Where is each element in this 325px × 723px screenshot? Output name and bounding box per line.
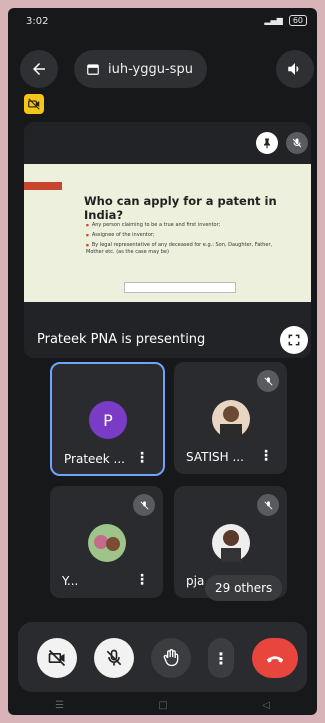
slide-bullet: By legal representative of any deceased …	[86, 242, 286, 256]
meeting-code-pill[interactable]: iuh-yggu-spu	[74, 50, 207, 88]
pin-icon	[264, 138, 270, 149]
slide-bullet: Assignee of the inventor;	[86, 232, 286, 239]
status-time: 3:02	[26, 16, 49, 27]
hand-icon	[163, 649, 179, 667]
call-controls: ⋮	[18, 622, 307, 692]
mic-off-icon	[106, 649, 122, 666]
audio-output-button[interactable]	[276, 50, 314, 88]
more-options-button[interactable]: ⋮	[208, 638, 234, 678]
participant-mic-off	[133, 494, 155, 516]
participant-mic-off	[257, 370, 279, 392]
hang-up-icon	[266, 656, 284, 663]
slide-title: Who can apply for a patent in India?	[84, 194, 277, 222]
participant-name: pja	[186, 574, 205, 588]
avatar	[212, 524, 250, 562]
mic-off-icon	[140, 500, 148, 509]
camera-off-icon	[28, 98, 40, 110]
participant-tile[interactable]: SATISH ... ⋮	[174, 362, 287, 474]
mic-toggle-button[interactable]	[94, 638, 134, 678]
back-arrow-icon	[33, 63, 45, 75]
slide-bullet: Any person claiming to be a true and fir…	[86, 222, 286, 229]
more-vert-icon[interactable]: ⋮	[259, 448, 273, 464]
participant-tile[interactable]: P Prateek ... ⋮	[50, 362, 165, 476]
avatar	[88, 524, 126, 562]
camera-off-badge[interactable]	[24, 94, 44, 114]
mic-off-icon	[292, 138, 302, 148]
system-nav-bar: ☰ □ ◁	[8, 696, 317, 715]
calendar-icon	[87, 64, 99, 75]
status-bar: 3:02 ▂▄▆ 60	[8, 8, 317, 34]
fullscreen-icon	[288, 334, 300, 346]
pin-button[interactable]	[256, 132, 278, 154]
avatar	[212, 400, 250, 438]
avatar: P	[89, 401, 127, 439]
others-badge[interactable]: 29 others	[205, 575, 283, 601]
presenting-label: Prateek PNA is presenting	[37, 332, 206, 347]
camera-toggle-button[interactable]	[37, 638, 77, 678]
participant-name: Prateek ...	[64, 452, 125, 466]
slide-toolbar	[124, 282, 236, 293]
home-nav-icon[interactable]: □	[158, 700, 167, 711]
camera-off-icon	[48, 649, 66, 667]
more-vert-icon: ⋮	[213, 648, 229, 668]
participant-mic-off	[257, 494, 279, 516]
presentation-panel: Who can apply for a patent in India? Any…	[24, 122, 311, 358]
status-indicators: ▂▄▆ 60	[264, 15, 307, 26]
fullscreen-button[interactable]	[280, 326, 308, 354]
menu-nav-icon[interactable]: ☰	[55, 700, 64, 711]
back-button[interactable]	[20, 50, 58, 88]
mic-off-icon	[264, 500, 272, 509]
shared-slide: Who can apply for a patent in India? Any…	[24, 164, 311, 302]
battery-icon: 60	[288, 15, 307, 26]
slide-accent	[24, 182, 62, 190]
mic-off-icon	[264, 376, 272, 385]
end-call-button[interactable]	[252, 638, 298, 678]
participant-name: Y...	[62, 574, 79, 588]
presenter-mic-off	[286, 132, 308, 154]
more-vert-icon[interactable]: ⋮	[135, 450, 149, 466]
raise-hand-button[interactable]	[151, 638, 191, 678]
more-vert-icon[interactable]: ⋮	[135, 572, 149, 588]
participant-tile[interactable]: Y... ⋮	[50, 486, 163, 598]
participant-name: SATISH ...	[186, 450, 244, 464]
phone-screen: 3:02 ▂▄▆ 60 iuh-yggu-spu Who can apply f…	[8, 8, 317, 715]
speaker-icon	[288, 63, 299, 75]
back-nav-icon[interactable]: ◁	[262, 700, 270, 711]
meeting-code: iuh-yggu-spu	[108, 61, 193, 77]
signal-icon: ▂▄▆	[264, 16, 283, 25]
